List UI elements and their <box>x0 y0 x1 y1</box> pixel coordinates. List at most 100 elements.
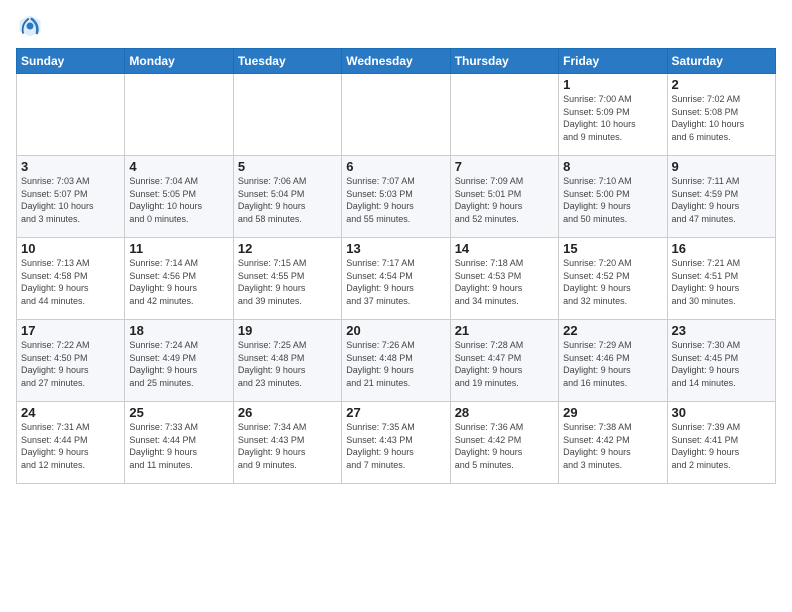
day-number: 22 <box>563 323 662 338</box>
day-info: Sunrise: 7:14 AM Sunset: 4:56 PM Dayligh… <box>129 257 228 307</box>
day-info: Sunrise: 7:36 AM Sunset: 4:42 PM Dayligh… <box>455 421 554 471</box>
day-cell: 29Sunrise: 7:38 AM Sunset: 4:42 PM Dayli… <box>559 402 667 484</box>
page: SundayMondayTuesdayWednesdayThursdayFrid… <box>0 0 792 496</box>
day-cell: 17Sunrise: 7:22 AM Sunset: 4:50 PM Dayli… <box>17 320 125 402</box>
week-row-5: 24Sunrise: 7:31 AM Sunset: 4:44 PM Dayli… <box>17 402 776 484</box>
day-cell: 7Sunrise: 7:09 AM Sunset: 5:01 PM Daylig… <box>450 156 558 238</box>
day-number: 11 <box>129 241 228 256</box>
header <box>16 12 776 40</box>
day-cell: 18Sunrise: 7:24 AM Sunset: 4:49 PM Dayli… <box>125 320 233 402</box>
day-number: 19 <box>238 323 337 338</box>
day-number: 29 <box>563 405 662 420</box>
day-cell: 21Sunrise: 7:28 AM Sunset: 4:47 PM Dayli… <box>450 320 558 402</box>
days-header-row: SundayMondayTuesdayWednesdayThursdayFrid… <box>17 49 776 74</box>
day-info: Sunrise: 7:18 AM Sunset: 4:53 PM Dayligh… <box>455 257 554 307</box>
day-info: Sunrise: 7:21 AM Sunset: 4:51 PM Dayligh… <box>672 257 771 307</box>
day-number: 6 <box>346 159 445 174</box>
day-cell: 4Sunrise: 7:04 AM Sunset: 5:05 PM Daylig… <box>125 156 233 238</box>
day-info: Sunrise: 7:20 AM Sunset: 4:52 PM Dayligh… <box>563 257 662 307</box>
day-number: 5 <box>238 159 337 174</box>
day-cell <box>233 74 341 156</box>
day-number: 26 <box>238 405 337 420</box>
day-number: 30 <box>672 405 771 420</box>
day-cell: 12Sunrise: 7:15 AM Sunset: 4:55 PM Dayli… <box>233 238 341 320</box>
day-cell: 26Sunrise: 7:34 AM Sunset: 4:43 PM Dayli… <box>233 402 341 484</box>
day-cell: 30Sunrise: 7:39 AM Sunset: 4:41 PM Dayli… <box>667 402 775 484</box>
day-cell: 8Sunrise: 7:10 AM Sunset: 5:00 PM Daylig… <box>559 156 667 238</box>
day-number: 25 <box>129 405 228 420</box>
day-info: Sunrise: 7:26 AM Sunset: 4:48 PM Dayligh… <box>346 339 445 389</box>
day-number: 21 <box>455 323 554 338</box>
day-number: 1 <box>563 77 662 92</box>
day-header-sunday: Sunday <box>17 49 125 74</box>
day-info: Sunrise: 7:34 AM Sunset: 4:43 PM Dayligh… <box>238 421 337 471</box>
day-number: 14 <box>455 241 554 256</box>
day-number: 12 <box>238 241 337 256</box>
day-cell: 3Sunrise: 7:03 AM Sunset: 5:07 PM Daylig… <box>17 156 125 238</box>
day-header-monday: Monday <box>125 49 233 74</box>
calendar-table: SundayMondayTuesdayWednesdayThursdayFrid… <box>16 48 776 484</box>
day-info: Sunrise: 7:15 AM Sunset: 4:55 PM Dayligh… <box>238 257 337 307</box>
day-info: Sunrise: 7:22 AM Sunset: 4:50 PM Dayligh… <box>21 339 120 389</box>
day-cell: 22Sunrise: 7:29 AM Sunset: 4:46 PM Dayli… <box>559 320 667 402</box>
day-cell <box>17 74 125 156</box>
day-cell <box>450 74 558 156</box>
day-info: Sunrise: 7:11 AM Sunset: 4:59 PM Dayligh… <box>672 175 771 225</box>
day-header-friday: Friday <box>559 49 667 74</box>
day-info: Sunrise: 7:35 AM Sunset: 4:43 PM Dayligh… <box>346 421 445 471</box>
day-cell: 13Sunrise: 7:17 AM Sunset: 4:54 PM Dayli… <box>342 238 450 320</box>
day-number: 24 <box>21 405 120 420</box>
day-number: 16 <box>672 241 771 256</box>
day-cell: 20Sunrise: 7:26 AM Sunset: 4:48 PM Dayli… <box>342 320 450 402</box>
day-number: 10 <box>21 241 120 256</box>
day-info: Sunrise: 7:30 AM Sunset: 4:45 PM Dayligh… <box>672 339 771 389</box>
day-info: Sunrise: 7:02 AM Sunset: 5:08 PM Dayligh… <box>672 93 771 143</box>
day-info: Sunrise: 7:00 AM Sunset: 5:09 PM Dayligh… <box>563 93 662 143</box>
day-cell: 28Sunrise: 7:36 AM Sunset: 4:42 PM Dayli… <box>450 402 558 484</box>
day-info: Sunrise: 7:06 AM Sunset: 5:04 PM Dayligh… <box>238 175 337 225</box>
day-cell <box>125 74 233 156</box>
day-number: 7 <box>455 159 554 174</box>
logo <box>16 12 48 40</box>
day-cell: 1Sunrise: 7:00 AM Sunset: 5:09 PM Daylig… <box>559 74 667 156</box>
day-info: Sunrise: 7:04 AM Sunset: 5:05 PM Dayligh… <box>129 175 228 225</box>
day-header-saturday: Saturday <box>667 49 775 74</box>
day-cell: 19Sunrise: 7:25 AM Sunset: 4:48 PM Dayli… <box>233 320 341 402</box>
day-info: Sunrise: 7:03 AM Sunset: 5:07 PM Dayligh… <box>21 175 120 225</box>
day-cell: 10Sunrise: 7:13 AM Sunset: 4:58 PM Dayli… <box>17 238 125 320</box>
day-cell: 25Sunrise: 7:33 AM Sunset: 4:44 PM Dayli… <box>125 402 233 484</box>
day-cell: 9Sunrise: 7:11 AM Sunset: 4:59 PM Daylig… <box>667 156 775 238</box>
week-row-4: 17Sunrise: 7:22 AM Sunset: 4:50 PM Dayli… <box>17 320 776 402</box>
day-info: Sunrise: 7:31 AM Sunset: 4:44 PM Dayligh… <box>21 421 120 471</box>
day-cell: 11Sunrise: 7:14 AM Sunset: 4:56 PM Dayli… <box>125 238 233 320</box>
day-number: 28 <box>455 405 554 420</box>
day-number: 23 <box>672 323 771 338</box>
day-info: Sunrise: 7:38 AM Sunset: 4:42 PM Dayligh… <box>563 421 662 471</box>
logo-icon <box>16 12 44 40</box>
day-info: Sunrise: 7:13 AM Sunset: 4:58 PM Dayligh… <box>21 257 120 307</box>
day-info: Sunrise: 7:07 AM Sunset: 5:03 PM Dayligh… <box>346 175 445 225</box>
day-cell: 15Sunrise: 7:20 AM Sunset: 4:52 PM Dayli… <box>559 238 667 320</box>
day-number: 8 <box>563 159 662 174</box>
day-info: Sunrise: 7:17 AM Sunset: 4:54 PM Dayligh… <box>346 257 445 307</box>
week-row-1: 1Sunrise: 7:00 AM Sunset: 5:09 PM Daylig… <box>17 74 776 156</box>
day-header-wednesday: Wednesday <box>342 49 450 74</box>
day-cell: 2Sunrise: 7:02 AM Sunset: 5:08 PM Daylig… <box>667 74 775 156</box>
day-info: Sunrise: 7:29 AM Sunset: 4:46 PM Dayligh… <box>563 339 662 389</box>
day-info: Sunrise: 7:33 AM Sunset: 4:44 PM Dayligh… <box>129 421 228 471</box>
day-number: 4 <box>129 159 228 174</box>
week-row-3: 10Sunrise: 7:13 AM Sunset: 4:58 PM Dayli… <box>17 238 776 320</box>
day-cell: 6Sunrise: 7:07 AM Sunset: 5:03 PM Daylig… <box>342 156 450 238</box>
day-cell: 14Sunrise: 7:18 AM Sunset: 4:53 PM Dayli… <box>450 238 558 320</box>
day-number: 9 <box>672 159 771 174</box>
day-header-tuesday: Tuesday <box>233 49 341 74</box>
day-cell: 16Sunrise: 7:21 AM Sunset: 4:51 PM Dayli… <box>667 238 775 320</box>
day-cell: 23Sunrise: 7:30 AM Sunset: 4:45 PM Dayli… <box>667 320 775 402</box>
day-info: Sunrise: 7:25 AM Sunset: 4:48 PM Dayligh… <box>238 339 337 389</box>
day-number: 27 <box>346 405 445 420</box>
day-number: 15 <box>563 241 662 256</box>
day-info: Sunrise: 7:28 AM Sunset: 4:47 PM Dayligh… <box>455 339 554 389</box>
day-number: 20 <box>346 323 445 338</box>
day-info: Sunrise: 7:10 AM Sunset: 5:00 PM Dayligh… <box>563 175 662 225</box>
day-info: Sunrise: 7:39 AM Sunset: 4:41 PM Dayligh… <box>672 421 771 471</box>
